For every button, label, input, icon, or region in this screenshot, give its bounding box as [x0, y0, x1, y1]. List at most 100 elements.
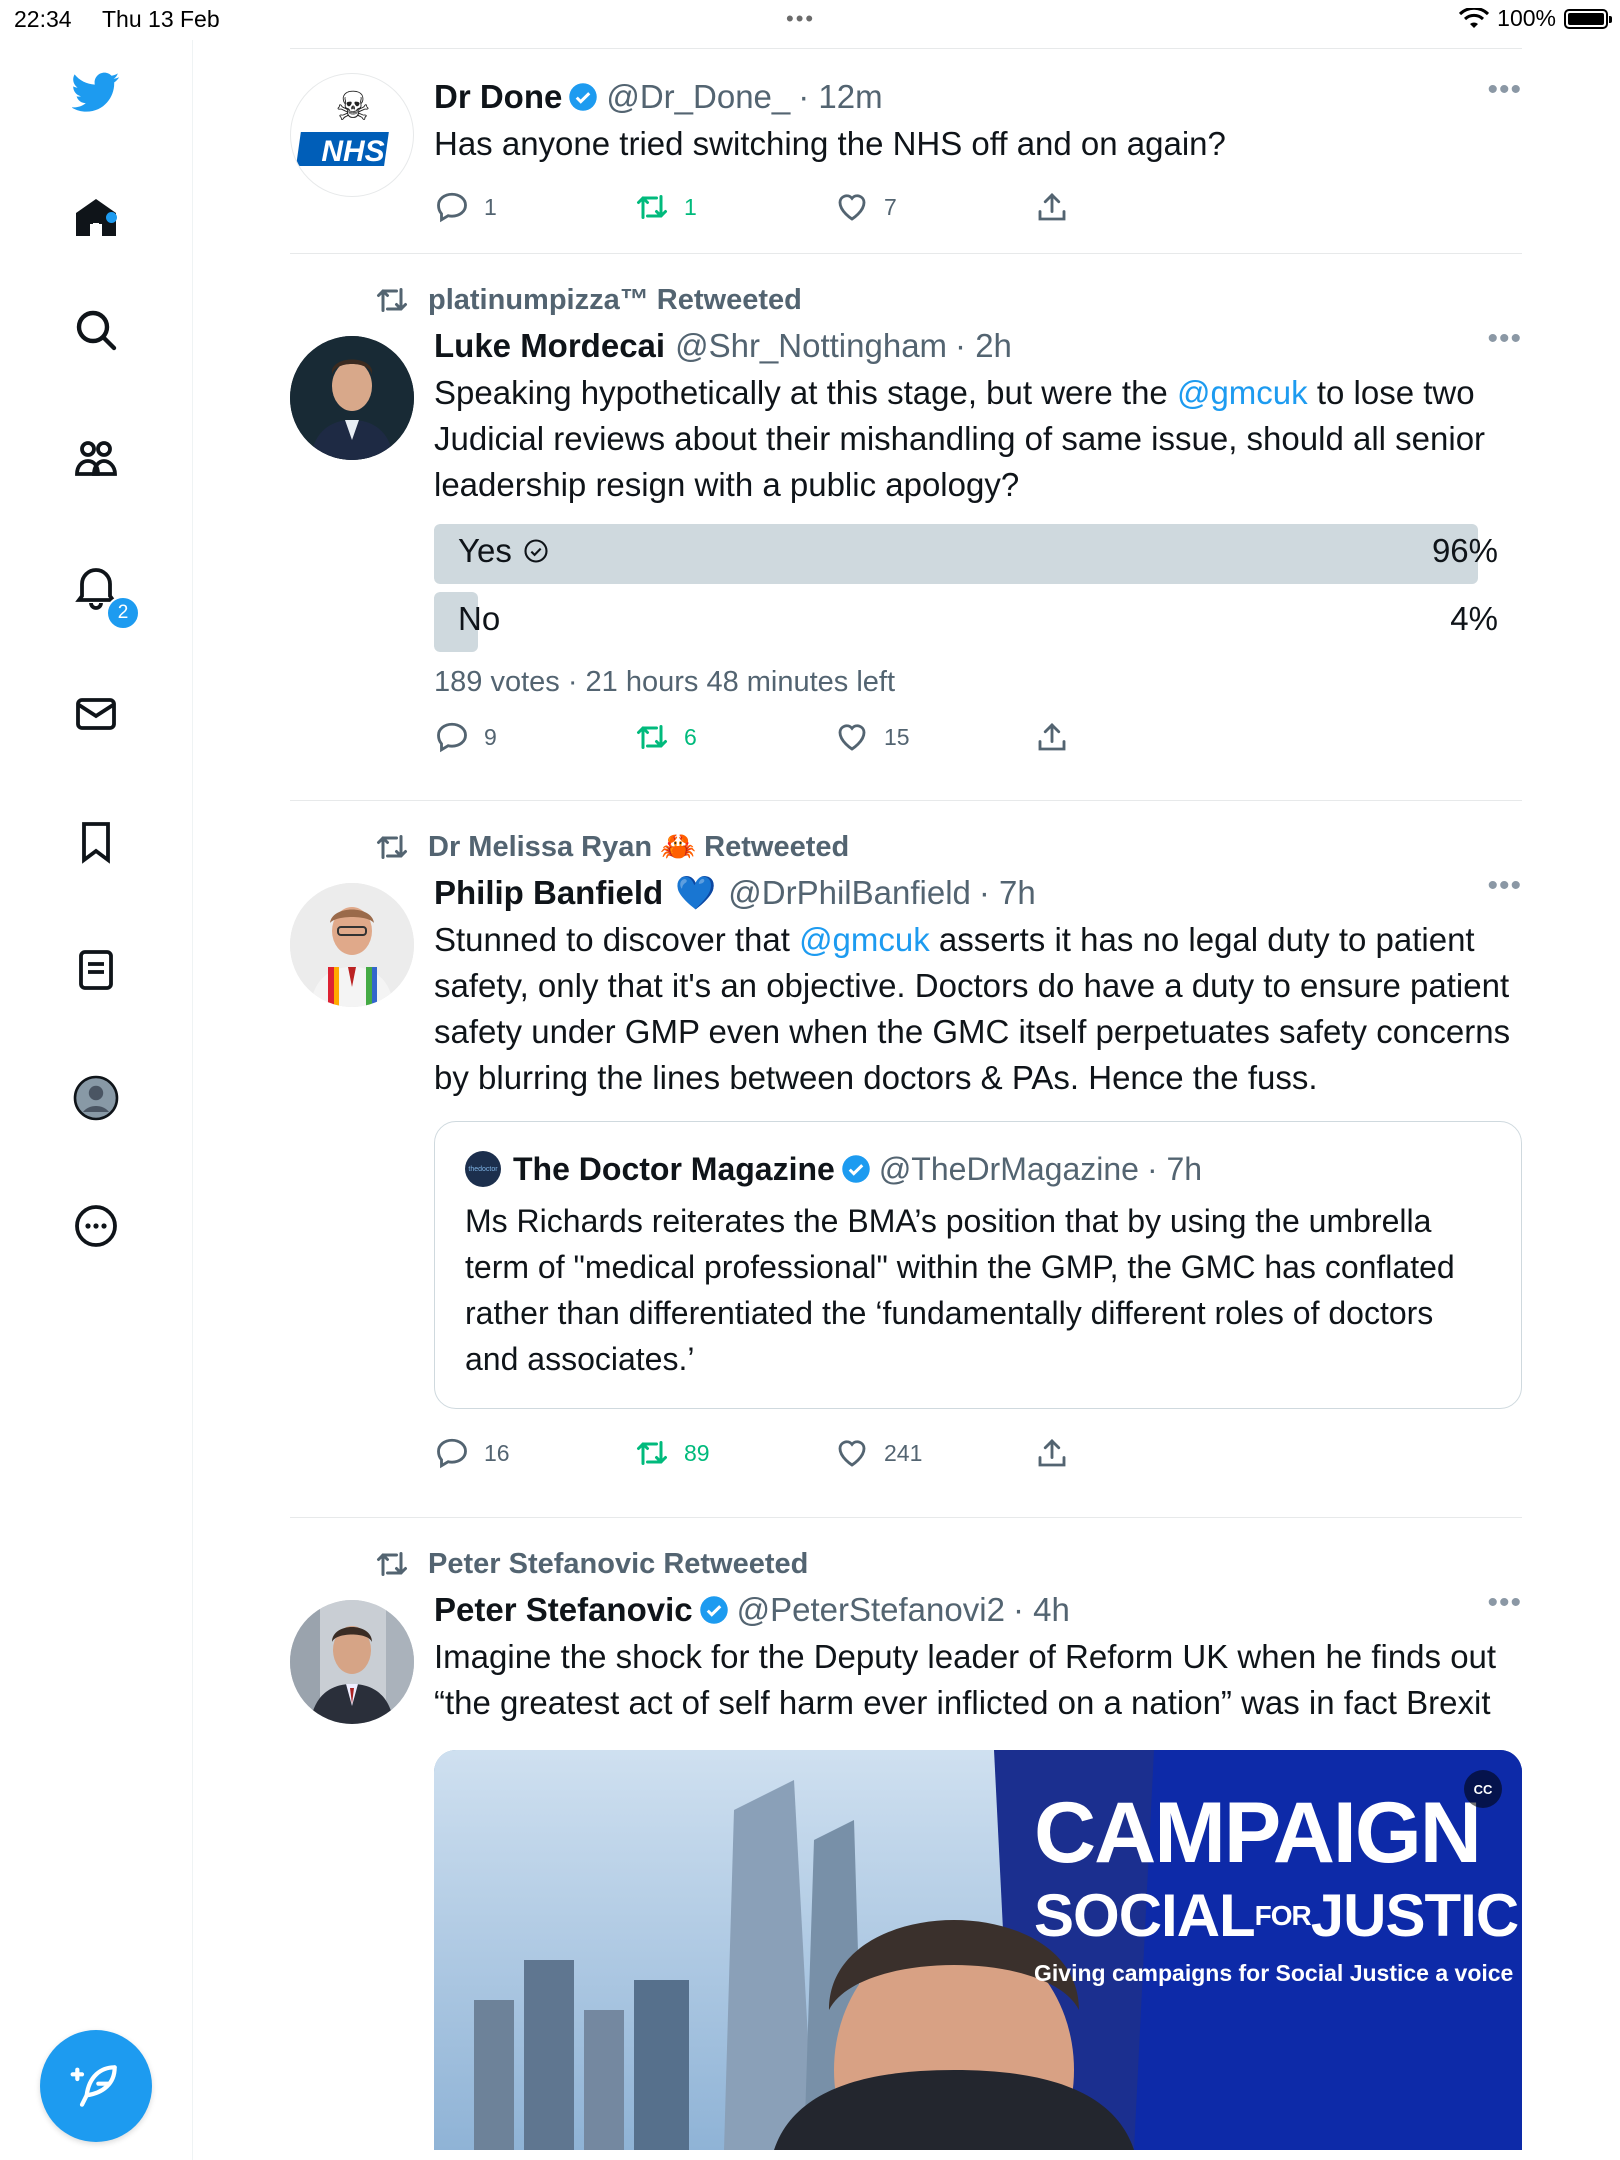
retweet-button[interactable]: 1 — [634, 189, 834, 225]
share-icon — [1038, 1438, 1066, 1467]
like-count: 7 — [884, 193, 897, 220]
author-name[interactable]: Peter Stefanovic — [434, 1591, 693, 1629]
tweet-time[interactable]: · 4h — [1013, 1591, 1070, 1629]
tweet-text-part: Speaking hypothetically at this stage, b… — [434, 374, 1177, 411]
compose-tweet-button[interactable] — [40, 2030, 152, 2142]
status-time: 22:34 — [14, 6, 72, 32]
author-handle[interactable]: @PeterStefanovi2 — [737, 1591, 1005, 1629]
tweet-actions: 16 89 241 — [434, 1423, 1522, 1483]
tweet[interactable]: platinumpizza™ Retweeted Luke Mordecai @… — [290, 254, 1522, 800]
profile-avatar-icon[interactable] — [64, 1066, 128, 1130]
retweeted-by-text: Peter Stefanovic Retweeted — [428, 1547, 809, 1580]
retweeted-by-line[interactable]: platinumpizza™ Retweeted — [374, 278, 1522, 322]
share-button[interactable] — [1034, 189, 1084, 225]
like-count: 15 — [884, 723, 910, 750]
like-button[interactable]: 7 — [834, 189, 1034, 225]
tweet-header: Peter Stefanovic @PeterStefanovi2 · 4h •… — [434, 1586, 1522, 1634]
reply-icon — [437, 1438, 467, 1469]
reply-count: 1 — [484, 193, 497, 220]
more-options-icon[interactable]: ••• — [1487, 1586, 1522, 1620]
tweet-text: Imagine the shock for the Deputy leader … — [434, 1638, 1497, 1721]
author-name[interactable]: Philip Banfield — [434, 874, 663, 912]
author-handle[interactable]: @Dr_Done_ — [606, 78, 790, 116]
more-options-icon[interactable]: ••• — [1487, 322, 1522, 356]
share-button[interactable] — [1034, 1435, 1084, 1471]
quote-avatar[interactable]: thedoctor — [465, 1151, 501, 1187]
tweet-text: Stunned to discover that @gmcuk asserts … — [434, 917, 1522, 1101]
poll-option[interactable]: Yes 96% — [434, 524, 1522, 584]
messages-icon[interactable] — [64, 682, 128, 746]
retweet-button[interactable]: 6 — [634, 719, 834, 755]
more-options-icon[interactable]: ••• — [1487, 73, 1522, 107]
reply-button[interactable]: 16 — [434, 1435, 634, 1471]
reply-button[interactable]: 1 — [434, 189, 634, 225]
quoted-tweet[interactable]: thedoctor The Doctor Magazine @TheDrMaga… — [434, 1121, 1522, 1409]
tweet-header: Luke Mordecai @Shr_Nottingham · 2h ••• — [434, 322, 1522, 370]
retweet-count: 6 — [684, 723, 697, 750]
reply-icon — [437, 192, 467, 223]
like-button[interactable]: 15 — [834, 719, 1034, 755]
tweet-header: Dr Done @Dr_Done_ · 12m ••• — [434, 73, 1522, 121]
tweet[interactable]: ☠ NHS Dr Done @Dr_Done_ · 12m ••• Has an… — [290, 49, 1522, 253]
poll-option-percent: 96% — [1431, 532, 1498, 569]
verified-badge-icon — [569, 83, 598, 111]
avatar[interactable] — [290, 336, 414, 460]
home-icon[interactable] — [64, 186, 128, 250]
quote-header: thedoctor The Doctor Magazine @TheDrMaga… — [465, 1146, 1491, 1192]
tweet-video[interactable]: CAMPAIGN SOCIALFORJUSTICE Giving campaig… — [434, 1750, 1522, 2150]
author-handle[interactable]: @Shr_Nottingham — [675, 327, 947, 365]
quote-text: Ms Richards reiterates the BMA’s positio… — [465, 1203, 1455, 1377]
tweet-text: Speaking hypothetically at this stage, b… — [434, 370, 1522, 508]
more-options-icon[interactable]: ••• — [1487, 869, 1522, 903]
retweeted-by-line[interactable]: Dr Melissa Ryan 🦀 Retweeted — [374, 825, 1522, 869]
retweet-button[interactable]: 89 — [634, 1435, 834, 1471]
overlay-word: SOCIAL — [1034, 1882, 1256, 1949]
author-handle[interactable]: @DrPhilBanfield — [728, 874, 971, 912]
lists-icon[interactable] — [64, 938, 128, 1002]
status-right: 100% — [1459, 5, 1612, 32]
mention-link[interactable]: @gmcuk — [1177, 374, 1308, 411]
tweet-time[interactable]: · 12m — [798, 78, 882, 116]
quote-author-handle: @TheDrMagazine — [878, 1150, 1139, 1187]
retweet-icon — [637, 195, 667, 219]
tweet[interactable]: Dr Melissa Ryan 🦀 Retweeted Philip Banfi… — [290, 801, 1522, 1517]
author-name[interactable]: Luke Mordecai — [434, 327, 665, 365]
retweet-icon — [377, 1552, 407, 1576]
retweet-icon — [637, 1441, 667, 1465]
home-unread-dot — [106, 212, 117, 223]
check-circle-icon — [524, 539, 548, 563]
tweet-time[interactable]: · 2h — [955, 327, 1012, 365]
search-icon[interactable] — [64, 298, 128, 362]
avatar[interactable] — [290, 883, 414, 1007]
status-date: Thu 13 Feb — [102, 6, 220, 32]
retweeted-by-text: platinumpizza™ Retweeted — [428, 283, 802, 316]
twitter-logo-icon[interactable] — [64, 60, 128, 124]
retweet-icon — [377, 288, 407, 312]
communities-icon[interactable] — [64, 426, 128, 490]
poll-meta: 189 votes · 21 hours 48 minutes left — [434, 666, 896, 698]
avatar[interactable] — [290, 1600, 414, 1724]
poll-option[interactable]: No 4% — [434, 592, 1522, 652]
like-button[interactable]: 241 — [834, 1435, 1034, 1471]
more-options-icon[interactable] — [64, 1194, 128, 1258]
bookmarks-icon[interactable] — [64, 810, 128, 874]
compose-feather-icon — [70, 2065, 117, 2107]
retweeted-by-suffix: Retweeted — [704, 830, 850, 863]
reply-button[interactable]: 9 — [434, 719, 634, 755]
overlay-word: FOR — [1254, 1900, 1312, 1931]
retweeted-by-line[interactable]: Peter Stefanovic Retweeted — [374, 1542, 1522, 1586]
video-overlay-caption: Giving campaigns for Social Justice a vo… — [1034, 1960, 1514, 1986]
tweet-text: Has anyone tried switching the NHS off a… — [434, 125, 1226, 162]
tweet-header: Philip Banfield 💙 @DrPhilBanfield · 7h •… — [434, 869, 1522, 917]
multitasking-dots-icon[interactable]: ••• — [786, 6, 815, 32]
tweet-actions: 1 1 7 — [434, 177, 1522, 237]
mention-link[interactable]: @gmcuk — [799, 921, 930, 958]
share-icon — [1038, 722, 1066, 751]
author-name[interactable]: Dr Done — [434, 78, 562, 116]
tweet[interactable]: Peter Stefanovic Retweeted Peter Stefano… — [290, 1518, 1522, 2150]
captions-button[interactable]: CC — [1464, 1770, 1502, 1808]
avatar[interactable]: ☠ NHS — [290, 73, 414, 197]
tweet-time[interactable]: · 7h — [979, 874, 1036, 912]
share-button[interactable] — [1034, 719, 1084, 755]
battery-percent: 100% — [1497, 5, 1556, 31]
